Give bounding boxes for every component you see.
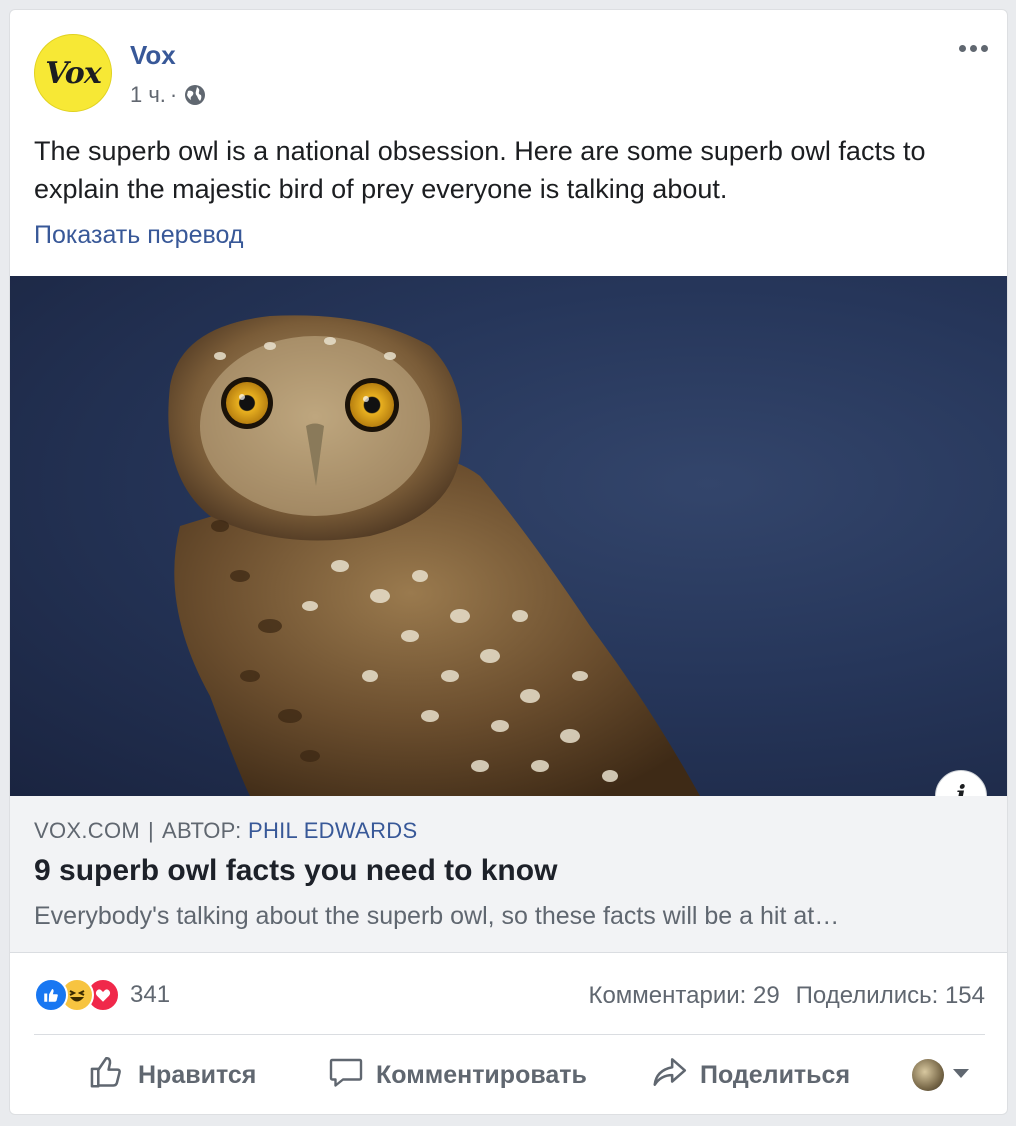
post-header: Vox Vox 1 ч. ·	[10, 10, 1007, 130]
owl-image	[168, 315, 701, 796]
caret-down-icon	[952, 1066, 970, 1084]
engagement-counts: Комментарии: 29 Поделились: 154	[588, 982, 985, 1010]
more-icon-dot	[958, 44, 966, 52]
link-source: VOX.COM | АВТОР: PHIL EDWARDS	[34, 818, 417, 844]
link-description: Everybody's talking about the superb owl…	[34, 902, 840, 930]
reaction-count: 341	[130, 981, 171, 1008]
link-image[interactable]: i	[10, 276, 1007, 796]
more-options-button[interactable]	[953, 36, 993, 60]
meta-separator: ·	[169, 82, 178, 107]
comment-label: Комментировать	[376, 1060, 587, 1089]
comment-icon	[328, 1054, 364, 1097]
avatar-logo-text: Vox	[45, 55, 101, 91]
author-prefix: АВТОР:	[162, 818, 242, 843]
share-button[interactable]: Поделиться	[650, 1053, 850, 1098]
post-meta: 1 ч. ·	[130, 82, 207, 108]
link-preview[interactable]: VOX.COM | АВТОР: PHIL EDWARDS 9 superb owl…	[10, 796, 1007, 953]
thumbs-up-icon	[88, 1053, 126, 1098]
post-stats: 341 Комментарии: 29 Поделились: 154	[34, 976, 985, 1020]
post-card: Vox Vox 1 ч. · The superb owl is a natio…	[9, 9, 1008, 1115]
share-label: Поделиться	[700, 1060, 851, 1089]
link-separator: |	[148, 818, 155, 843]
comment-button[interactable]: Комментировать	[328, 1054, 587, 1097]
share-icon	[650, 1053, 688, 1098]
reactions-summary[interactable]: 341	[34, 978, 170, 1012]
like-button[interactable]: Нравится	[88, 1053, 256, 1098]
shares-count-link[interactable]: Поделились: 154	[796, 982, 985, 1010]
reaction-as-selector[interactable]	[912, 1059, 970, 1091]
link-domain: VOX.COM	[34, 818, 140, 843]
post-text: The superb owl is a national obsession. …	[34, 136, 926, 204]
page-avatar[interactable]: Vox	[34, 34, 112, 112]
link-title[interactable]: 9 superb owl facts you need to know	[34, 854, 557, 888]
post-time[interactable]: 1 ч.	[130, 82, 166, 108]
more-icon-dot	[969, 44, 977, 52]
more-icon-dot	[980, 44, 988, 52]
action-bar: Нравится Комментировать Поделиться	[34, 1040, 985, 1110]
like-label: Нравится	[138, 1060, 257, 1089]
like-reaction-icon	[34, 978, 68, 1012]
divider	[34, 1034, 985, 1035]
page-name-link[interactable]: Vox	[130, 40, 176, 71]
comments-count-link[interactable]: Комментарии: 29	[588, 982, 779, 1010]
user-avatar	[912, 1059, 944, 1091]
show-translation-link[interactable]: Показать перевод	[34, 221, 243, 250]
globe-icon	[183, 83, 207, 107]
author-link[interactable]: PHIL EDWARDS	[248, 818, 417, 843]
